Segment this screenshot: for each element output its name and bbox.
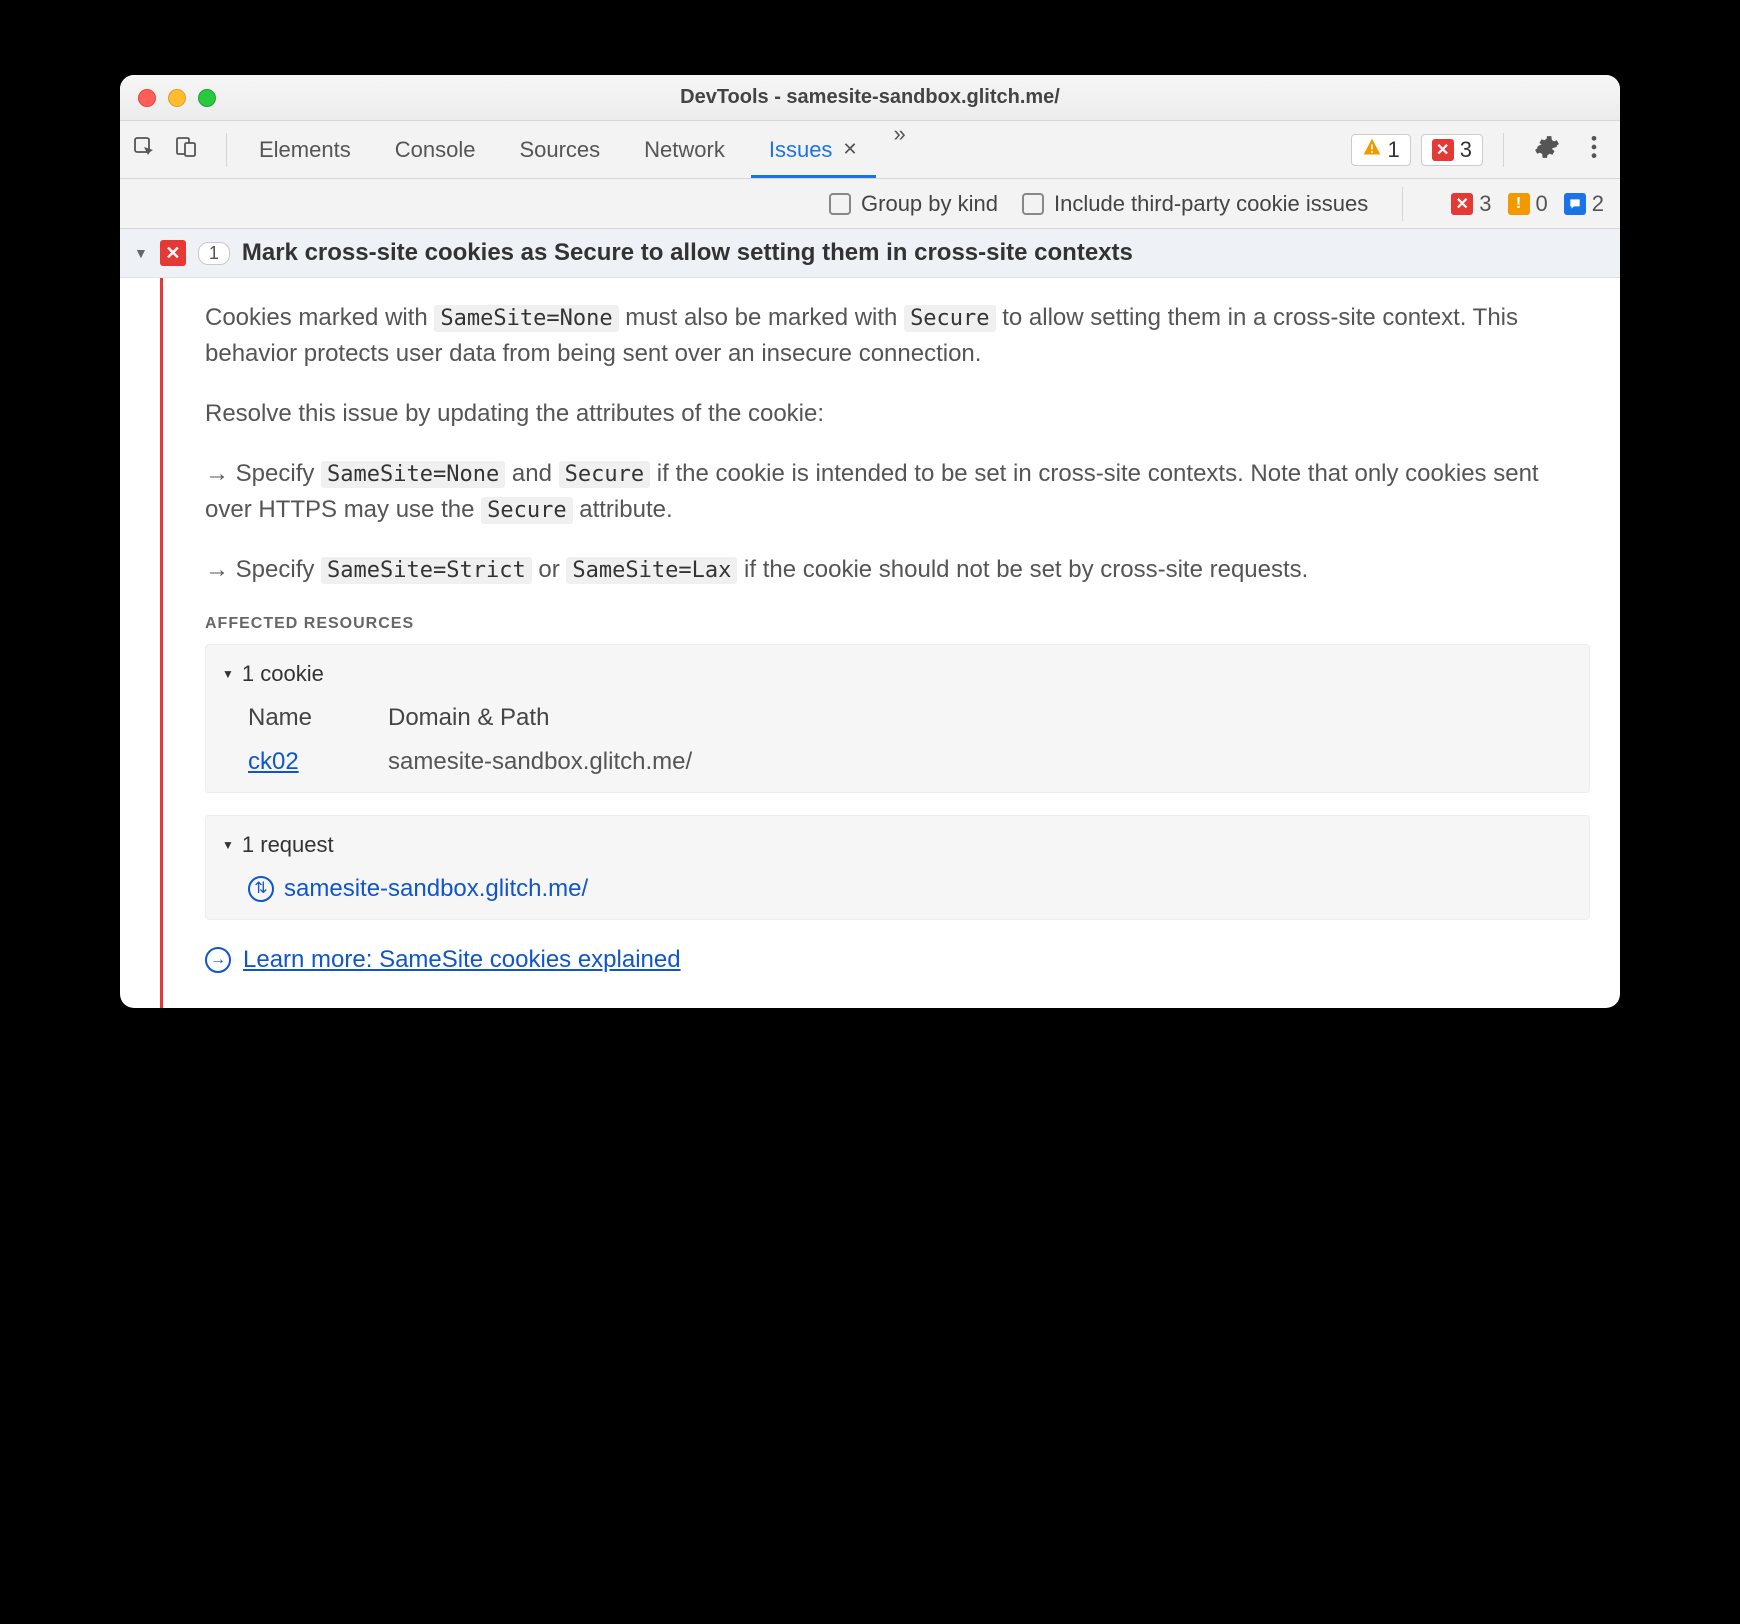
disclosure-triangle-icon[interactable]: ▼	[222, 836, 234, 854]
box-title: 1 request	[242, 828, 334, 861]
request-link[interactable]: ⇅ samesite-sandbox.glitch.me/	[248, 871, 1573, 907]
separator	[226, 133, 227, 167]
disclosure-triangle-icon[interactable]: ▼	[134, 245, 148, 261]
error-counter[interactable]: ✕ 3	[1451, 191, 1491, 217]
learn-more-link[interactable]: → Learn more: SameSite cookies explained	[205, 942, 1590, 978]
issue-bullet-2: → Specify SameSite=Strict or SameSite=La…	[205, 552, 1590, 588]
errors-count: 3	[1460, 137, 1472, 163]
code-token: SameSite=None	[434, 305, 618, 332]
tabs-bar: Elements Console Sources Network Issues …	[120, 121, 1620, 179]
open-external-icon: →	[205, 947, 231, 973]
error-icon: ✕	[1432, 139, 1454, 161]
warnings-count: 1	[1388, 137, 1400, 163]
arrow-icon: →	[205, 460, 236, 487]
titlebar: DevTools - samesite-sandbox.glitch.me/	[120, 75, 1620, 121]
code-token: SameSite=None	[321, 461, 505, 488]
arrow-icon: →	[205, 556, 236, 583]
code-token: Secure	[559, 461, 650, 488]
cookie-name-link[interactable]: ck02	[248, 748, 299, 775]
separator	[1503, 133, 1504, 167]
affected-resources-heading: AFFECTED RESOURCES	[205, 612, 1590, 636]
issue-header[interactable]: ▼ ✕ 1 Mark cross-site cookies as Secure …	[120, 229, 1620, 278]
disclosure-triangle-icon[interactable]: ▼	[222, 665, 234, 683]
window-title: DevTools - samesite-sandbox.glitch.me/	[120, 86, 1620, 109]
issue-bullet-1: → Specify SameSite=None and Secure if th…	[205, 456, 1590, 528]
group-by-kind-checkbox[interactable]: Group by kind	[829, 191, 998, 217]
warning-icon: !	[1508, 193, 1530, 215]
issue-description: Cookies marked with SameSite=None must a…	[205, 300, 1590, 372]
checkbox-icon	[829, 193, 851, 215]
col-name-header: Name	[248, 700, 388, 736]
box-title-row[interactable]: ▼ 1 cookie	[222, 657, 1573, 690]
issue-body: Cookies marked with SameSite=None must a…	[120, 278, 1620, 1008]
more-icon[interactable]	[1580, 134, 1608, 166]
box-title-row[interactable]: ▼ 1 request	[222, 828, 1573, 861]
tab-elements[interactable]: Elements	[237, 121, 373, 178]
checkbox-label: Include third-party cookie issues	[1054, 191, 1368, 217]
filter-bar: Group by kind Include third-party cookie…	[120, 179, 1620, 229]
info-icon	[1564, 193, 1586, 215]
warning-counter[interactable]: ! 0	[1508, 191, 1548, 217]
tab-label: Console	[395, 137, 476, 163]
error-icon: ✕	[1451, 193, 1473, 215]
panel-tabs: Elements Console Sources Network Issues …	[237, 121, 920, 178]
counter-value: 3	[1479, 191, 1491, 217]
code-token: Secure	[904, 305, 995, 332]
issue-counters: ✕ 3 ! 0 2	[1451, 191, 1604, 217]
counter-value: 0	[1536, 191, 1548, 217]
box-title: 1 cookie	[242, 657, 324, 690]
counter-value: 2	[1592, 191, 1604, 217]
info-counter[interactable]: 2	[1564, 191, 1604, 217]
issue-title: Mark cross-site cookies as Secure to all…	[242, 239, 1133, 267]
request-url: samesite-sandbox.glitch.me/	[284, 871, 588, 907]
issue-count-pill: 1	[198, 242, 230, 265]
tab-label: Issues	[769, 137, 833, 163]
code-token: SameSite=Strict	[321, 557, 532, 584]
checkbox-icon	[1022, 193, 1044, 215]
settings-icon[interactable]	[1524, 134, 1570, 166]
severity-error-icon: ✕	[160, 240, 186, 266]
tab-console[interactable]: Console	[373, 121, 498, 178]
device-toggle-icon[interactable]	[174, 135, 198, 165]
more-tabs-icon[interactable]: »	[880, 121, 920, 178]
devtools-window: DevTools - samesite-sandbox.glitch.me/ E…	[120, 75, 1620, 1008]
cookie-domain: samesite-sandbox.glitch.me/	[388, 744, 1573, 780]
tab-network[interactable]: Network	[622, 121, 747, 178]
inspect-icon[interactable]	[132, 135, 156, 165]
learn-more-text: Learn more: SameSite cookies explained	[243, 942, 681, 978]
cookie-table: Name Domain & Path ck02 samesite-sandbox…	[248, 700, 1573, 780]
tab-label: Elements	[259, 137, 351, 163]
tab-sources[interactable]: Sources	[497, 121, 622, 178]
tabsbar-right: 1 ✕ 3	[1351, 133, 1609, 167]
include-thirdparty-checkbox[interactable]: Include third-party cookie issues	[1022, 191, 1368, 217]
affected-cookies-box: ▼ 1 cookie Name Domain & Path ck02 sames…	[205, 644, 1590, 793]
code-token: Secure	[481, 497, 572, 524]
warnings-badge[interactable]: 1	[1351, 134, 1411, 166]
tab-issues[interactable]: Issues ✕	[747, 121, 880, 178]
code-token: SameSite=Lax	[566, 557, 737, 584]
col-domain-header: Domain & Path	[388, 700, 1573, 736]
close-tab-icon[interactable]: ✕	[842, 139, 857, 160]
issue-resolve-intro: Resolve this issue by updating the attri…	[205, 396, 1590, 432]
affected-requests-box: ▼ 1 request ⇅ samesite-sandbox.glitch.me…	[205, 815, 1590, 920]
errors-badge[interactable]: ✕ 3	[1421, 134, 1483, 166]
network-icon: ⇅	[248, 876, 274, 902]
separator	[1402, 187, 1403, 221]
warning-icon	[1362, 137, 1382, 163]
checkbox-label: Group by kind	[861, 191, 998, 217]
tab-label: Sources	[519, 137, 600, 163]
tab-label: Network	[644, 137, 725, 163]
